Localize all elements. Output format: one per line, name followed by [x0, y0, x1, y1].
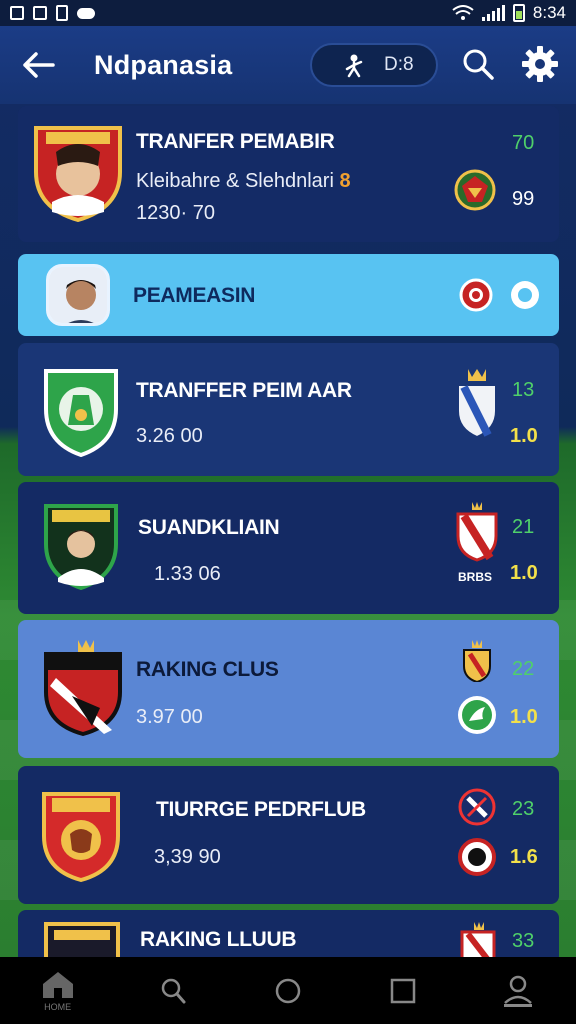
opponent-tag: BRBS [458, 570, 493, 584]
list-item[interactable]: RAKING LLUUB 33 [18, 910, 559, 960]
item-title: TRANFER PEMABIR [136, 130, 335, 153]
magnifier-icon [161, 978, 186, 1003]
page-title: Ndpanasia [94, 49, 233, 80]
item-title: SUANDKLIAIN [138, 516, 280, 539]
notification-icon [10, 6, 24, 20]
profile-icon [504, 975, 533, 1007]
search-icon [463, 49, 494, 80]
avatar [46, 264, 110, 326]
list-item[interactable]: TRANFFER PEIM AAR 3.26 00 13 1.0 [18, 343, 559, 476]
square-icon [390, 978, 416, 1003]
radio-selected[interactable] [511, 281, 539, 309]
settings-button[interactable] [520, 44, 560, 84]
item-meta: 3,39 90 [154, 846, 221, 868]
club-crest-icon [44, 640, 122, 736]
nav-home-label: HOME [44, 1001, 72, 1012]
club-crest-icon [44, 922, 120, 960]
status-bar: 8:34 [0, 0, 576, 26]
item-title: TRANFFER PEIM AAR [136, 379, 352, 402]
item-meta: 3.97 00 [136, 706, 203, 728]
item-subtitle-badge: 8 [339, 170, 351, 192]
search-button[interactable] [460, 46, 496, 82]
item-meta: 1230· 70 [136, 202, 215, 224]
list-item[interactable]: SUANDKLIAIN 1.33 06 BRBS 21 1.0 [18, 482, 559, 614]
item-score-top: 21 [512, 516, 535, 538]
home-icon [42, 971, 73, 998]
item-score-bottom: 99 [512, 188, 535, 210]
user-filter-pill[interactable]: D:8 [310, 43, 438, 87]
message-icon [77, 7, 95, 19]
item-score-top: 13 [512, 379, 535, 401]
opponent-crest-icon [460, 922, 496, 960]
radio-dot [518, 288, 532, 302]
item-title: RAKING LLUUB [140, 928, 297, 951]
opponent-crest-icon [456, 502, 498, 562]
circle-icon [275, 978, 301, 1003]
gear-icon [522, 46, 558, 82]
club-crest-icon [42, 792, 120, 882]
list-item[interactable]: TIURRGE PEDRFLUB 3,39 90 23 1.6 [18, 766, 559, 904]
nav-home-button[interactable] [258, 961, 318, 1021]
opponent-crest-icon [458, 788, 496, 826]
item-meta: 3.26 00 [136, 425, 203, 447]
item-score-top: 70 [512, 132, 535, 154]
opponent-crest-icon [457, 369, 497, 439]
pill-label: D:8 [384, 54, 414, 75]
item-score-bottom: 1.6 [510, 846, 538, 868]
back-arrow-icon [23, 52, 55, 78]
nav-recents[interactable] [373, 961, 433, 1021]
item-score-top: 33 [512, 930, 535, 952]
item-score-top: 23 [512, 798, 535, 820]
club-badge-icon [459, 278, 493, 312]
status-time: 8:34 [532, 3, 566, 22]
opponent-crest-icon [463, 640, 491, 682]
item-meta: 1.33 06 [154, 563, 221, 585]
item-title: PEAMEASIN [133, 284, 256, 307]
wifi-icon [452, 5, 474, 20]
item-subtitle-text: Kleibahre & Slehdnlari [136, 170, 334, 192]
club-crest-icon [44, 504, 118, 590]
item-score-bottom: 1.0 [510, 706, 538, 728]
signal-icon [481, 5, 505, 21]
bottom-navigation: HOME [0, 957, 576, 1024]
nav-home[interactable]: HOME [28, 961, 88, 1021]
notification-icon [33, 6, 47, 20]
player-photo-icon [49, 267, 107, 323]
list-item[interactable]: RAKING CLUS 3.97 00 22 1.0 [18, 620, 559, 758]
nav-profile[interactable] [488, 961, 548, 1021]
item-score-bottom: 1.0 [510, 562, 538, 584]
opponent-crest-icon [454, 169, 496, 211]
user-icon [345, 54, 363, 78]
club-crest-icon [44, 369, 118, 457]
nav-search[interactable] [143, 961, 203, 1021]
item-subtitle: Kleibahre & Slehdnlari 8 [136, 170, 351, 193]
battery-icon [512, 4, 525, 22]
item-score-top: 22 [512, 658, 535, 680]
list-item-selected[interactable]: PEAMEASIN [18, 254, 559, 336]
opponent-badge-icon [458, 838, 496, 876]
item-score-bottom: 1.0 [510, 425, 538, 447]
sim-icon [56, 5, 68, 21]
item-title: RAKING CLUS [136, 658, 279, 681]
back-button[interactable] [18, 45, 58, 85]
club-crest-icon [34, 126, 122, 222]
bird-icon [462, 700, 492, 730]
item-title: TIURRGE PEDRFLUB [156, 798, 366, 821]
list-item[interactable]: TRANFER PEMABIR Kleibahre & Slehdnlari 8… [18, 106, 559, 242]
app-bar: Ndpanasia D:8 [0, 26, 576, 104]
status-badge [458, 696, 496, 734]
